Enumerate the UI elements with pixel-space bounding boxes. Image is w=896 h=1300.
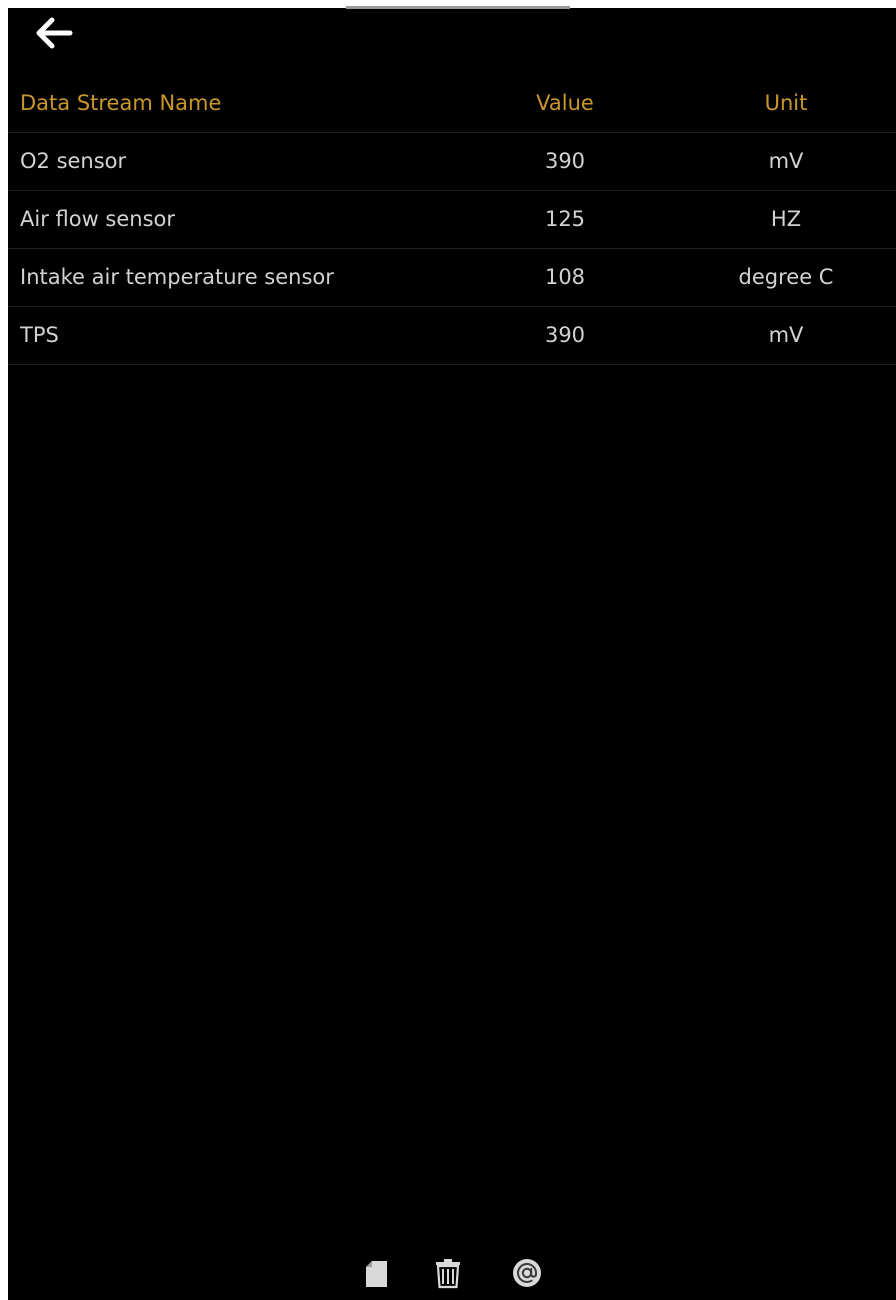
row-unit: degree C [738,265,834,289]
row-name: TPS [20,323,59,347]
row-value: 108 [544,265,586,289]
row-value: 390 [544,323,586,347]
table-row[interactable]: TPS 390 mV [8,307,896,365]
row-name: O2 sensor [20,149,127,173]
at-sign-icon [513,1259,541,1287]
row-value: 390 [544,149,586,173]
left-edge [0,0,8,1300]
email-button[interactable] [510,1256,544,1290]
bottom-action-bar [0,1250,896,1300]
back-button[interactable] [28,12,76,54]
row-name: Intake air temperature sensor [20,265,334,289]
header-unit: Unit [764,91,808,115]
table-row[interactable]: O2 sensor 390 mV [8,133,896,191]
save-document-button[interactable] [360,1256,394,1290]
row-value: 125 [544,207,586,231]
row-unit: mV [768,149,804,173]
arrow-left-icon [36,17,73,49]
header-value: Value [536,91,594,115]
table-row[interactable]: Air flow sensor 125 HZ [8,191,896,249]
row-unit: HZ [770,207,802,231]
trash-icon [436,1259,460,1289]
row-unit: mV [768,323,804,347]
top-edge [0,0,896,9]
top-edge-handle [346,6,570,9]
delete-button[interactable] [431,1256,465,1290]
row-name: Air flow sensor [20,207,176,231]
header-data-stream-name: Data Stream Name [20,91,222,115]
screen: Data Stream Name Value Unit O2 sensor 39… [0,0,896,1300]
table-row[interactable]: Intake air temperature sensor 108 degree… [8,249,896,307]
document-icon [366,1261,387,1287]
table-header-row: Data Stream Name Value Unit [8,75,896,133]
data-stream-table: Data Stream Name Value Unit O2 sensor 39… [8,75,896,365]
